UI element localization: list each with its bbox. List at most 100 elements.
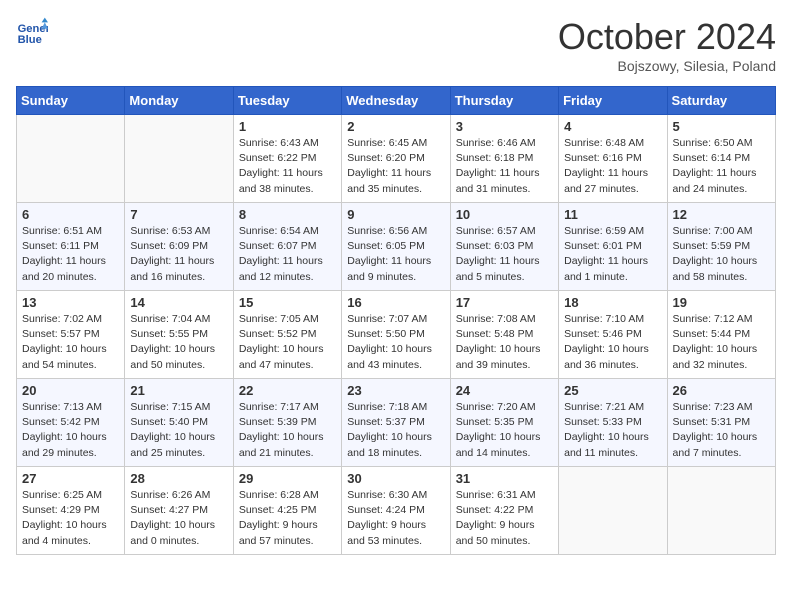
day-number: 30: [347, 471, 444, 486]
cell-content: Sunrise: 6:53 AM Sunset: 6:09 PM Dayligh…: [130, 224, 227, 285]
cell-content: Sunrise: 7:00 AM Sunset: 5:59 PM Dayligh…: [673, 224, 770, 285]
day-number: 2: [347, 119, 444, 134]
day-number: 21: [130, 383, 227, 398]
cell-content: Sunrise: 6:26 AM Sunset: 4:27 PM Dayligh…: [130, 488, 227, 549]
cell-content: Sunrise: 7:08 AM Sunset: 5:48 PM Dayligh…: [456, 312, 553, 373]
calendar-cell: 12 Sunrise: 7:00 AM Sunset: 5:59 PM Dayli…: [667, 203, 775, 291]
cell-content: Sunrise: 6:28 AM Sunset: 4:25 PM Dayligh…: [239, 488, 336, 549]
cell-content: Sunrise: 7:02 AM Sunset: 5:57 PM Dayligh…: [22, 312, 119, 373]
calendar-cell: 27 Sunrise: 6:25 AM Sunset: 4:29 PM Dayli…: [17, 467, 125, 555]
cell-content: Sunrise: 6:56 AM Sunset: 6:05 PM Dayligh…: [347, 224, 444, 285]
calendar-cell: 24Sunrise: 7:20 AM Sunset: 5:35 PM Dayli…: [450, 379, 558, 467]
weekday-header: Friday: [559, 87, 667, 115]
calendar-cell: 5 Sunrise: 6:50 AM Sunset: 6:14 PM Daylig…: [667, 115, 775, 203]
calendar-cell: 19 Sunrise: 7:12 AM Sunset: 5:44 PM Dayli…: [667, 291, 775, 379]
weekday-header: Wednesday: [342, 87, 450, 115]
cell-content: Sunrise: 6:45 AM Sunset: 6:20 PM Dayligh…: [347, 136, 444, 197]
calendar-cell: 20 Sunrise: 7:13 AM Sunset: 5:42 PM Dayli…: [17, 379, 125, 467]
cell-content: Sunrise: 7:12 AM Sunset: 5:44 PM Dayligh…: [673, 312, 770, 373]
cell-content: Sunrise: 7:10 AM Sunset: 5:46 PM Dayligh…: [564, 312, 661, 373]
day-number: 22: [239, 383, 336, 398]
location-title: Bojszowy, Silesia, Poland: [558, 58, 776, 74]
calendar-cell: 15Sunrise: 7:05 AM Sunset: 5:52 PM Dayli…: [233, 291, 341, 379]
calendar-cell: 23Sunrise: 7:18 AM Sunset: 5:37 PM Dayli…: [342, 379, 450, 467]
calendar-cell: 1Sunrise: 6:43 AM Sunset: 6:22 PM Daylig…: [233, 115, 341, 203]
day-number: 4: [564, 119, 661, 134]
cell-content: Sunrise: 6:43 AM Sunset: 6:22 PM Dayligh…: [239, 136, 336, 197]
weekday-header: Thursday: [450, 87, 558, 115]
calendar-week-row: 6 Sunrise: 6:51 AM Sunset: 6:11 PM Daylig…: [17, 203, 776, 291]
day-number: 7: [130, 207, 227, 222]
svg-text:Blue: Blue: [18, 34, 42, 46]
calendar-week-row: 1Sunrise: 6:43 AM Sunset: 6:22 PM Daylig…: [17, 115, 776, 203]
day-number: 28: [130, 471, 227, 486]
cell-content: Sunrise: 7:04 AM Sunset: 5:55 PM Dayligh…: [130, 312, 227, 373]
calendar-cell: 11 Sunrise: 6:59 AM Sunset: 6:01 PM Dayli…: [559, 203, 667, 291]
day-number: 27: [22, 471, 119, 486]
calendar-week-row: 20 Sunrise: 7:13 AM Sunset: 5:42 PM Dayli…: [17, 379, 776, 467]
weekday-header: Saturday: [667, 87, 775, 115]
calendar-cell: 30 Sunrise: 6:30 AM Sunset: 4:24 PM Dayli…: [342, 467, 450, 555]
page-header: General Blue October 2024 Bojszowy, Sile…: [16, 16, 776, 74]
weekday-header: Monday: [125, 87, 233, 115]
calendar-cell: 22 Sunrise: 7:17 AM Sunset: 5:39 PM Dayli…: [233, 379, 341, 467]
cell-content: Sunrise: 6:25 AM Sunset: 4:29 PM Dayligh…: [22, 488, 119, 549]
cell-content: Sunrise: 6:50 AM Sunset: 6:14 PM Dayligh…: [673, 136, 770, 197]
calendar-cell: 10 Sunrise: 6:57 AM Sunset: 6:03 PM Dayli…: [450, 203, 558, 291]
cell-content: Sunrise: 7:18 AM Sunset: 5:37 PM Dayligh…: [347, 400, 444, 461]
day-number: 20: [22, 383, 119, 398]
calendar-cell: 31 Sunrise: 6:31 AM Sunset: 4:22 PM Dayli…: [450, 467, 558, 555]
calendar-cell: 7 Sunrise: 6:53 AM Sunset: 6:09 PM Daylig…: [125, 203, 233, 291]
cell-content: Sunrise: 7:17 AM Sunset: 5:39 PM Dayligh…: [239, 400, 336, 461]
day-number: 5: [673, 119, 770, 134]
calendar-cell: 9 Sunrise: 6:56 AM Sunset: 6:05 PM Daylig…: [342, 203, 450, 291]
day-number: 13: [22, 295, 119, 310]
calendar-cell: 6 Sunrise: 6:51 AM Sunset: 6:11 PM Daylig…: [17, 203, 125, 291]
title-area: October 2024 Bojszowy, Silesia, Poland: [558, 16, 776, 74]
calendar-body: 1Sunrise: 6:43 AM Sunset: 6:22 PM Daylig…: [17, 115, 776, 555]
calendar-cell: [125, 115, 233, 203]
day-number: 17: [456, 295, 553, 310]
day-number: 11: [564, 207, 661, 222]
day-number: 24: [456, 383, 553, 398]
day-number: 29: [239, 471, 336, 486]
cell-content: Sunrise: 6:48 AM Sunset: 6:16 PM Dayligh…: [564, 136, 661, 197]
calendar-cell: 29 Sunrise: 6:28 AM Sunset: 4:25 PM Dayli…: [233, 467, 341, 555]
cell-content: Sunrise: 6:54 AM Sunset: 6:07 PM Dayligh…: [239, 224, 336, 285]
day-number: 31: [456, 471, 553, 486]
cell-content: Sunrise: 7:05 AM Sunset: 5:52 PM Dayligh…: [239, 312, 336, 373]
cell-content: Sunrise: 6:59 AM Sunset: 6:01 PM Dayligh…: [564, 224, 661, 285]
day-number: 6: [22, 207, 119, 222]
logo-icon: General Blue: [16, 16, 48, 48]
calendar-week-row: 13 Sunrise: 7:02 AM Sunset: 5:57 PM Dayli…: [17, 291, 776, 379]
calendar-cell: 8Sunrise: 6:54 AM Sunset: 6:07 PM Daylig…: [233, 203, 341, 291]
cell-content: Sunrise: 6:51 AM Sunset: 6:11 PM Dayligh…: [22, 224, 119, 285]
logo: General Blue: [16, 16, 48, 48]
cell-content: Sunrise: 7:23 AM Sunset: 5:31 PM Dayligh…: [673, 400, 770, 461]
calendar-week-row: 27 Sunrise: 6:25 AM Sunset: 4:29 PM Dayli…: [17, 467, 776, 555]
cell-content: Sunrise: 7:13 AM Sunset: 5:42 PM Dayligh…: [22, 400, 119, 461]
cell-content: Sunrise: 7:21 AM Sunset: 5:33 PM Dayligh…: [564, 400, 661, 461]
calendar-cell: 14Sunrise: 7:04 AM Sunset: 5:55 PM Dayli…: [125, 291, 233, 379]
calendar-cell: 3 Sunrise: 6:46 AM Sunset: 6:18 PM Daylig…: [450, 115, 558, 203]
day-number: 12: [673, 207, 770, 222]
day-number: 10: [456, 207, 553, 222]
weekday-header: Sunday: [17, 87, 125, 115]
cell-content: Sunrise: 7:15 AM Sunset: 5:40 PM Dayligh…: [130, 400, 227, 461]
cell-content: Sunrise: 6:31 AM Sunset: 4:22 PM Dayligh…: [456, 488, 553, 549]
calendar-header-row: SundayMondayTuesdayWednesdayThursdayFrid…: [17, 87, 776, 115]
cell-content: Sunrise: 6:30 AM Sunset: 4:24 PM Dayligh…: [347, 488, 444, 549]
calendar-cell: [667, 467, 775, 555]
day-number: 9: [347, 207, 444, 222]
day-number: 25: [564, 383, 661, 398]
calendar-cell: 17 Sunrise: 7:08 AM Sunset: 5:48 PM Dayli…: [450, 291, 558, 379]
calendar-cell: 18Sunrise: 7:10 AM Sunset: 5:46 PM Dayli…: [559, 291, 667, 379]
weekday-header: Tuesday: [233, 87, 341, 115]
cell-content: Sunrise: 6:46 AM Sunset: 6:18 PM Dayligh…: [456, 136, 553, 197]
calendar-cell: 16Sunrise: 7:07 AM Sunset: 5:50 PM Dayli…: [342, 291, 450, 379]
cell-content: Sunrise: 6:57 AM Sunset: 6:03 PM Dayligh…: [456, 224, 553, 285]
day-number: 19: [673, 295, 770, 310]
day-number: 3: [456, 119, 553, 134]
day-number: 26: [673, 383, 770, 398]
month-title: October 2024: [558, 16, 776, 58]
